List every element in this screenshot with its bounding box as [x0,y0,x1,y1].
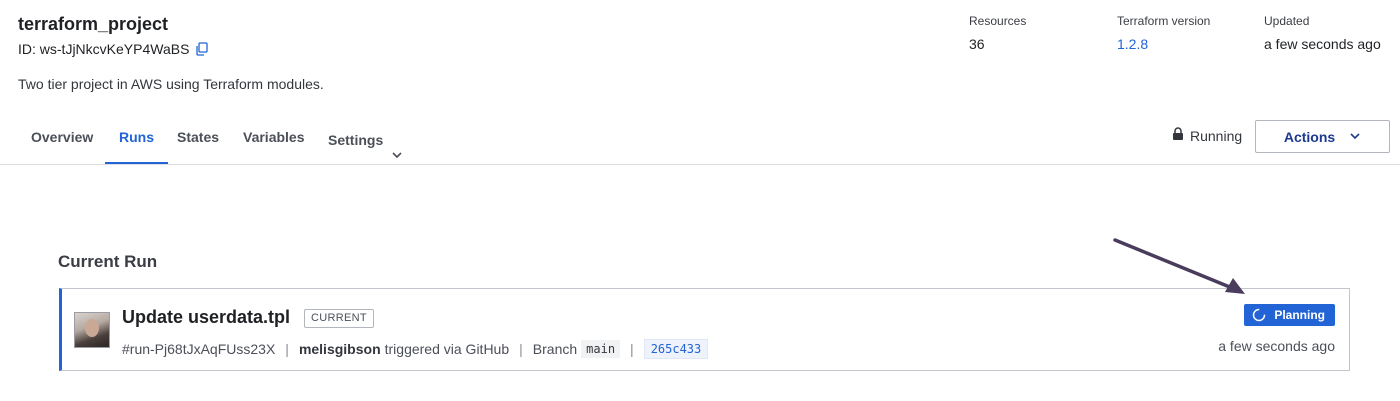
meta-updated: Updated a few seconds ago [1264,14,1381,52]
run-title[interactable]: Update userdata.tpl [122,307,290,328]
meta-terraform-version: Terraform version 1.2.8 [1117,14,1210,52]
tab-states[interactable]: States [164,115,232,165]
lock-icon [1172,127,1184,144]
updated-value: a few seconds ago [1264,36,1381,52]
commit-link[interactable]: 265c433 [643,339,709,359]
workspace-title: terraform_project [18,14,169,34]
workspace-description: Two tier project in AWS using Terraform … [18,76,324,92]
branch-name: main [581,340,621,358]
terraform-version-link[interactable]: 1.2.8 [1117,36,1210,52]
actions-button[interactable]: Actions [1255,120,1390,153]
actions-button-label: Actions [1283,128,1336,145]
branch-label: Branch [532,341,578,357]
tab-settings[interactable]: Settings [315,115,416,165]
tab-settings-label: Settings [328,131,384,148]
workspace-status: Running [1172,127,1242,144]
current-badge: CURRENT [304,309,374,328]
avatar [74,312,110,348]
terraform-version-label: Terraform version [1117,14,1211,28]
separator: | [285,341,289,357]
planning-status-badge[interactable]: Planning [1244,304,1335,326]
current-run-heading: Current Run [58,252,158,271]
chevron-down-icon [1349,129,1361,145]
separator: | [519,341,523,357]
tab-variables[interactable]: Variables [230,115,318,165]
planning-label: Planning [1274,308,1325,322]
resources-label: Resources [969,14,1027,28]
spinner-icon [1253,308,1266,322]
workspace-id-text: ID: ws-tJjNkcvKeYP4WaBS [18,41,190,57]
workspace-id: ID: ws-tJjNkcvKeYP4WaBS [18,41,209,57]
run-user: melisgibson [298,341,381,357]
tab-runs[interactable]: Runs [105,115,168,164]
workspace-status-label: Running [1190,127,1243,144]
chevron-down-icon [391,134,403,159]
separator: | [630,341,634,357]
meta-resources: Resources 36 [969,14,1026,52]
run-trigger: triggered via GitHub [384,341,510,357]
run-id: #run-Pj68tJxAqFUss23X [122,341,276,357]
updated-label: Updated [1264,14,1310,28]
annotation-arrow-icon [1113,238,1245,294]
run-time: a few seconds ago [1218,338,1335,354]
tab-overview[interactable]: Overview [18,115,106,165]
copy-icon[interactable] [195,42,209,56]
run-meta: #run-Pj68tJxAqFUss23X | melisgibson trig… [122,339,709,359]
resources-value: 36 [969,36,985,52]
